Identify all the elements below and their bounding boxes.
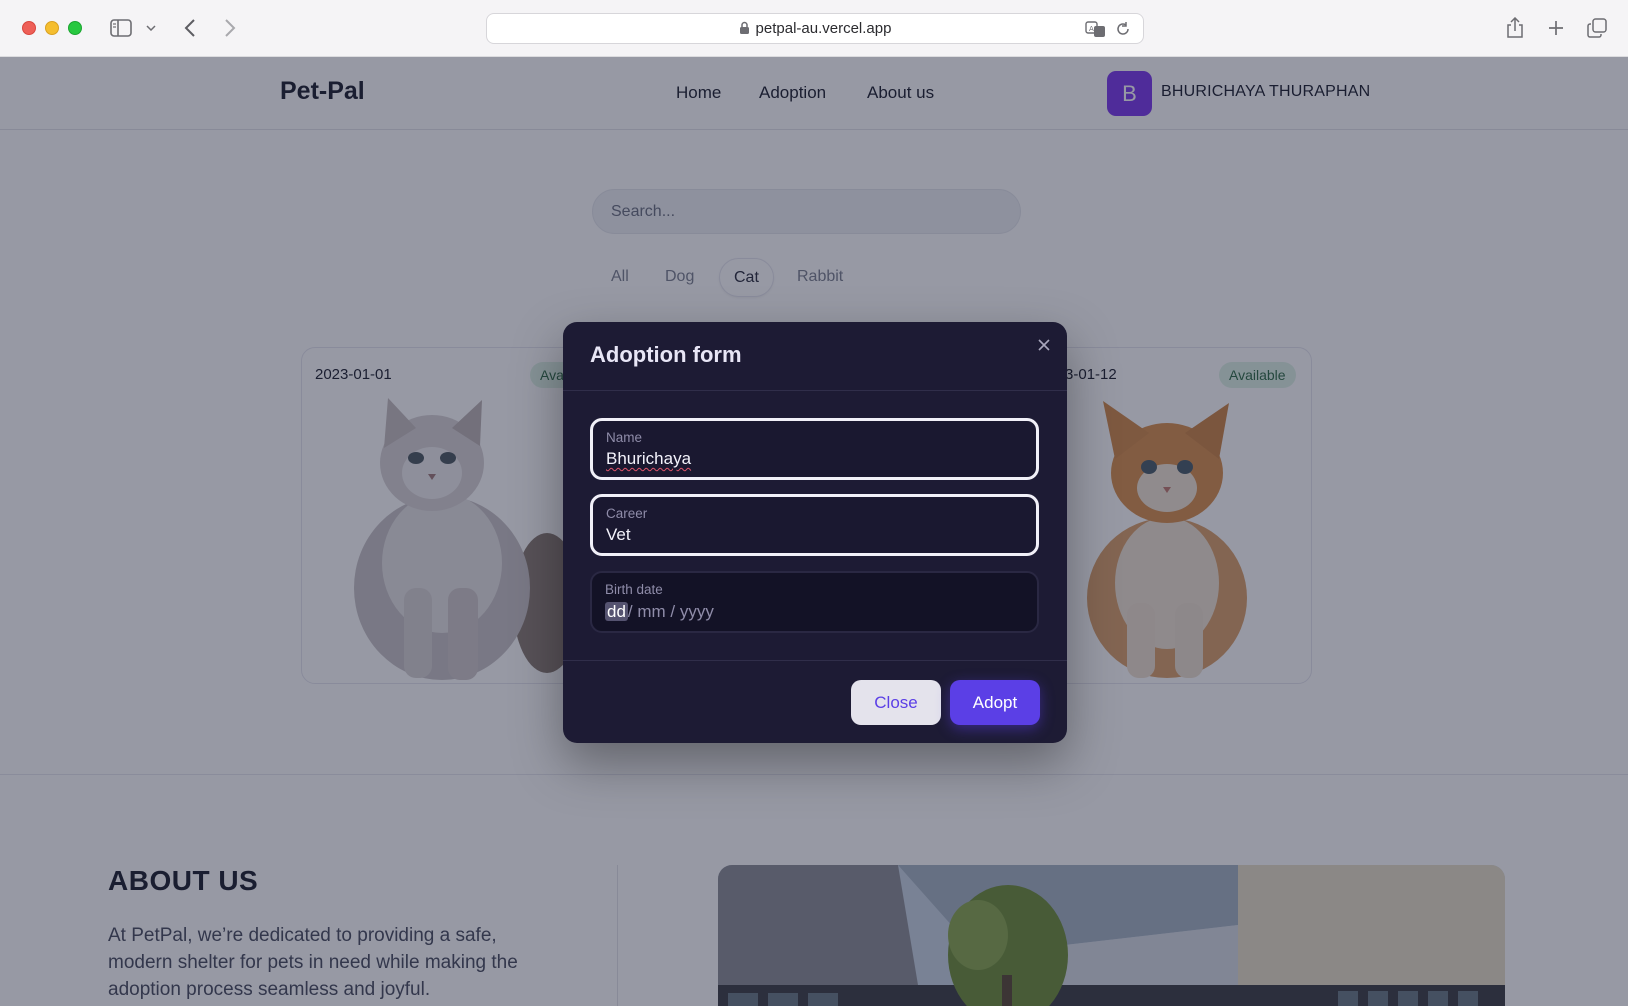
name-field-value: Bhurichaya xyxy=(606,449,692,468)
birth-date-field-label: Birth date xyxy=(605,582,663,597)
career-field[interactable]: Career Vet xyxy=(590,494,1039,556)
svg-text:A: A xyxy=(1089,25,1094,33)
translate-icon[interactable]: A xyxy=(1085,20,1107,42)
sidebar-toggle-icon[interactable] xyxy=(108,14,134,42)
share-icon[interactable] xyxy=(1504,14,1526,42)
tab-overview-icon[interactable] xyxy=(1586,14,1608,42)
reload-icon[interactable] xyxy=(1115,21,1131,41)
modal-header-divider xyxy=(563,390,1067,391)
date-separator: / xyxy=(627,602,638,621)
career-field-value: Vet xyxy=(606,525,631,544)
modal-footer-divider xyxy=(563,660,1067,661)
new-tab-icon[interactable] xyxy=(1545,14,1567,42)
window-minimize-button[interactable] xyxy=(45,21,59,35)
chevron-down-icon[interactable] xyxy=(144,14,158,42)
birth-date-month-segment[interactable]: mm xyxy=(637,602,665,621)
birth-date-field[interactable]: Birth date dd / mm / yyyy xyxy=(590,571,1039,633)
close-button[interactable]: Close xyxy=(851,680,941,725)
career-field-label: Career xyxy=(606,506,648,521)
back-arrow-icon[interactable] xyxy=(180,14,200,42)
modal-title: Adoption form xyxy=(590,342,742,367)
window-close-button[interactable] xyxy=(22,21,36,35)
birth-date-day-segment[interactable]: dd xyxy=(605,602,628,621)
url-text: petpal-au.vercel.app xyxy=(755,20,892,37)
window-zoom-button[interactable] xyxy=(68,21,82,35)
browser-toolbar: petpal-au.vercel.app A xyxy=(0,0,1628,57)
name-field[interactable]: Name Bhurichaya xyxy=(590,418,1039,480)
adoption-form-modal: Adoption form Name Bhurichaya Career Vet… xyxy=(563,322,1067,743)
adopt-button[interactable]: Adopt xyxy=(950,680,1040,725)
lock-icon xyxy=(739,21,750,39)
birth-date-year-segment[interactable]: yyyy xyxy=(680,602,714,621)
forward-arrow-icon[interactable] xyxy=(220,14,240,42)
address-bar[interactable]: petpal-au.vercel.app A xyxy=(486,13,1144,44)
close-icon[interactable] xyxy=(1035,336,1053,354)
date-separator: / xyxy=(665,602,680,621)
name-field-label: Name xyxy=(606,430,643,445)
